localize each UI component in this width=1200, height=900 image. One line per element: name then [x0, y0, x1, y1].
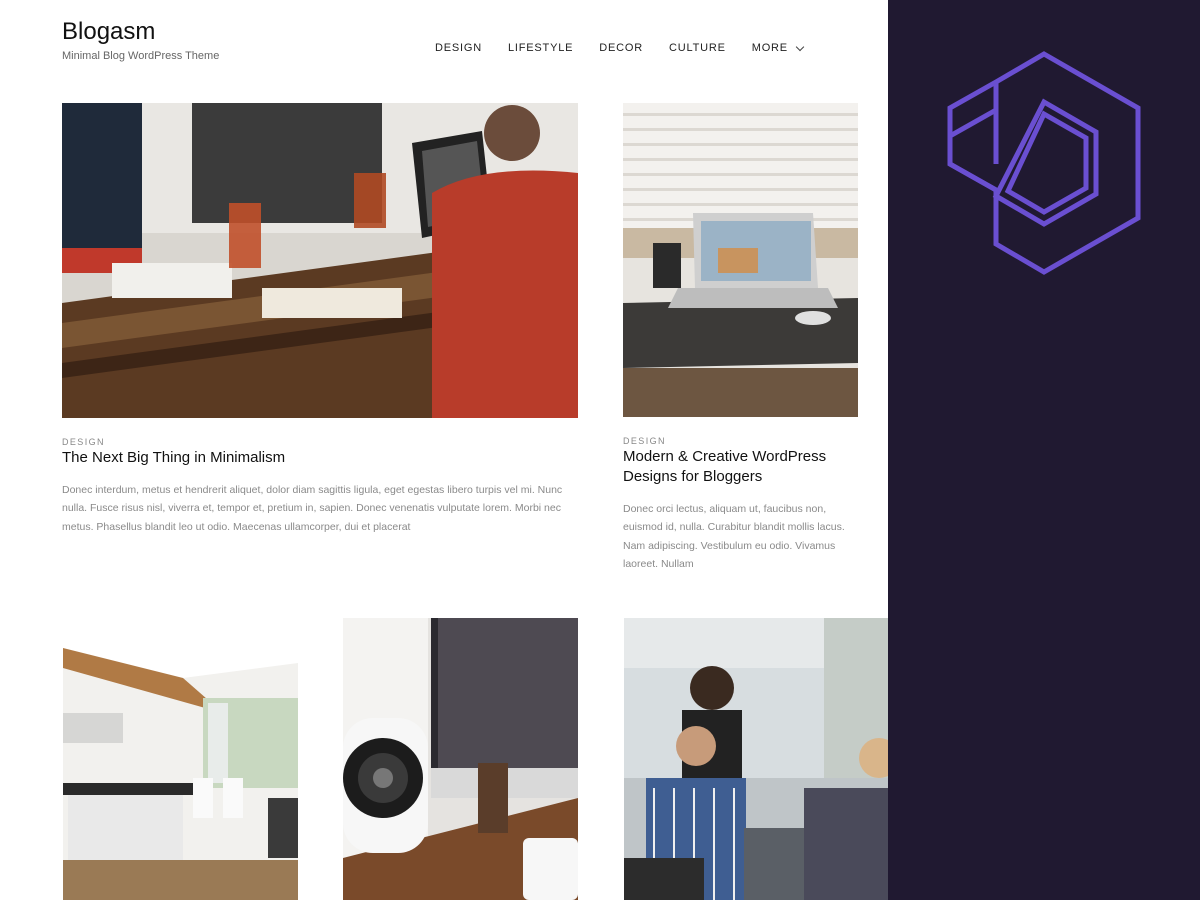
- nav-item-design[interactable]: DESIGN: [435, 42, 482, 54]
- main-navigation: DESIGN LIFESTYLE DECOR CULTURE MORE: [435, 42, 805, 54]
- side-panel: [888, 0, 1200, 900]
- post-1-category[interactable]: DESIGN: [62, 437, 105, 447]
- nav-item-more[interactable]: MORE: [751, 42, 805, 54]
- post-2-featured-image[interactable]: [623, 103, 858, 417]
- post-5-featured-image[interactable]: [624, 618, 888, 900]
- post-2-title[interactable]: Modern & Creative WordPress Designs for …: [623, 447, 853, 487]
- site-title[interactable]: Blogasm: [62, 18, 155, 46]
- hexagon-logo-icon: [947, 51, 1141, 275]
- post-4-featured-image[interactable]: [343, 618, 578, 900]
- post-1-title[interactable]: The Next Big Thing in Minimalism: [62, 448, 572, 468]
- post-2-excerpt: Donec orci lectus, aliquam ut, faucibus …: [623, 503, 845, 570]
- nav-item-decor[interactable]: DECOR: [599, 42, 643, 54]
- nav-item-lifestyle[interactable]: LIFESTYLE: [508, 42, 573, 54]
- post-2-category[interactable]: DESIGN: [623, 436, 666, 446]
- chevron-down-icon: [795, 42, 805, 51]
- post-3-featured-image[interactable]: [63, 618, 298, 900]
- post-1-featured-image[interactable]: [62, 103, 578, 418]
- blog-page: Blogasm Minimal Blog WordPress Theme DES…: [0, 0, 888, 900]
- nav-item-culture[interactable]: CULTURE: [669, 42, 726, 54]
- nav-more-label: MORE: [751, 42, 788, 54]
- site-tagline: Minimal Blog WordPress Theme: [62, 50, 220, 62]
- post-1-excerpt: Donec interdum, metus et hendrerit aliqu…: [62, 484, 563, 533]
